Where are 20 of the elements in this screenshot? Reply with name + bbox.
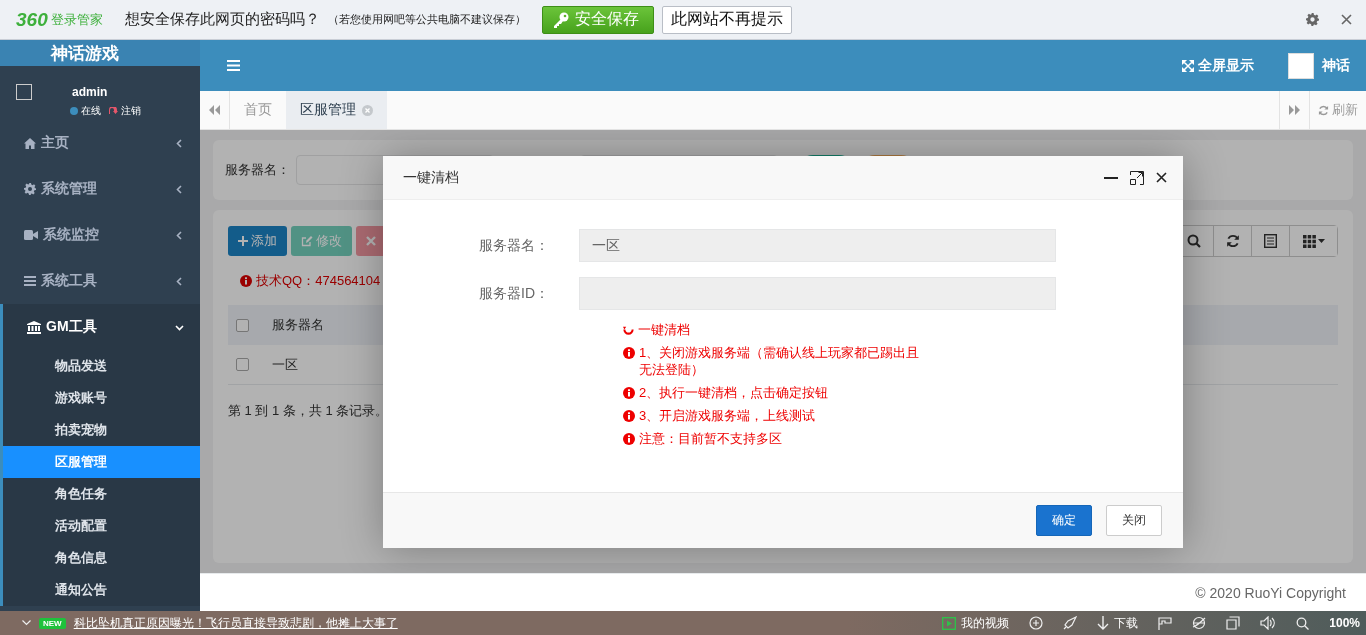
instruction-text: 3、开启游戏服务端，上线测试	[639, 407, 816, 424]
instruction-text: 1、关闭游戏服务端（需确认线上玩家都已踢出且无法登陆）	[639, 344, 921, 378]
instruction-text: 一键清档	[638, 321, 690, 338]
dialog-title: 一键清档	[403, 168, 459, 187]
support-notice: 技术QQ：474564104	[256, 272, 381, 290]
brand-logo: 360	[16, 8, 48, 31]
app-logo-text: 神话游戏	[51, 42, 119, 65]
field-label: 服务器ID：	[478, 284, 550, 303]
instruction-text: 注意：目前暂不支持多区	[639, 430, 782, 447]
brand-name: 登录管家	[50, 10, 103, 29]
instruction-text: 2、执行一键清档，点击确定按钮	[639, 384, 829, 401]
field-label: 服务器名：	[225, 161, 290, 179]
online-status: 在线	[70, 104, 101, 118]
new-badge: NEW	[39, 617, 66, 629]
pagination-summary: 第 1 到 1 条，共 1 条记录。	[228, 402, 389, 420]
save-password-prompt: 想安全保存此网页的密码吗？	[124, 10, 320, 29]
user-name: admin	[72, 84, 108, 99]
copyright-text: © 2020 RuoYi Copyright	[1195, 584, 1346, 601]
save-password-hint: （若您使用网吧等公共电脑不建议保存）	[327, 12, 526, 27]
field-label: 服务器名：	[478, 236, 550, 255]
